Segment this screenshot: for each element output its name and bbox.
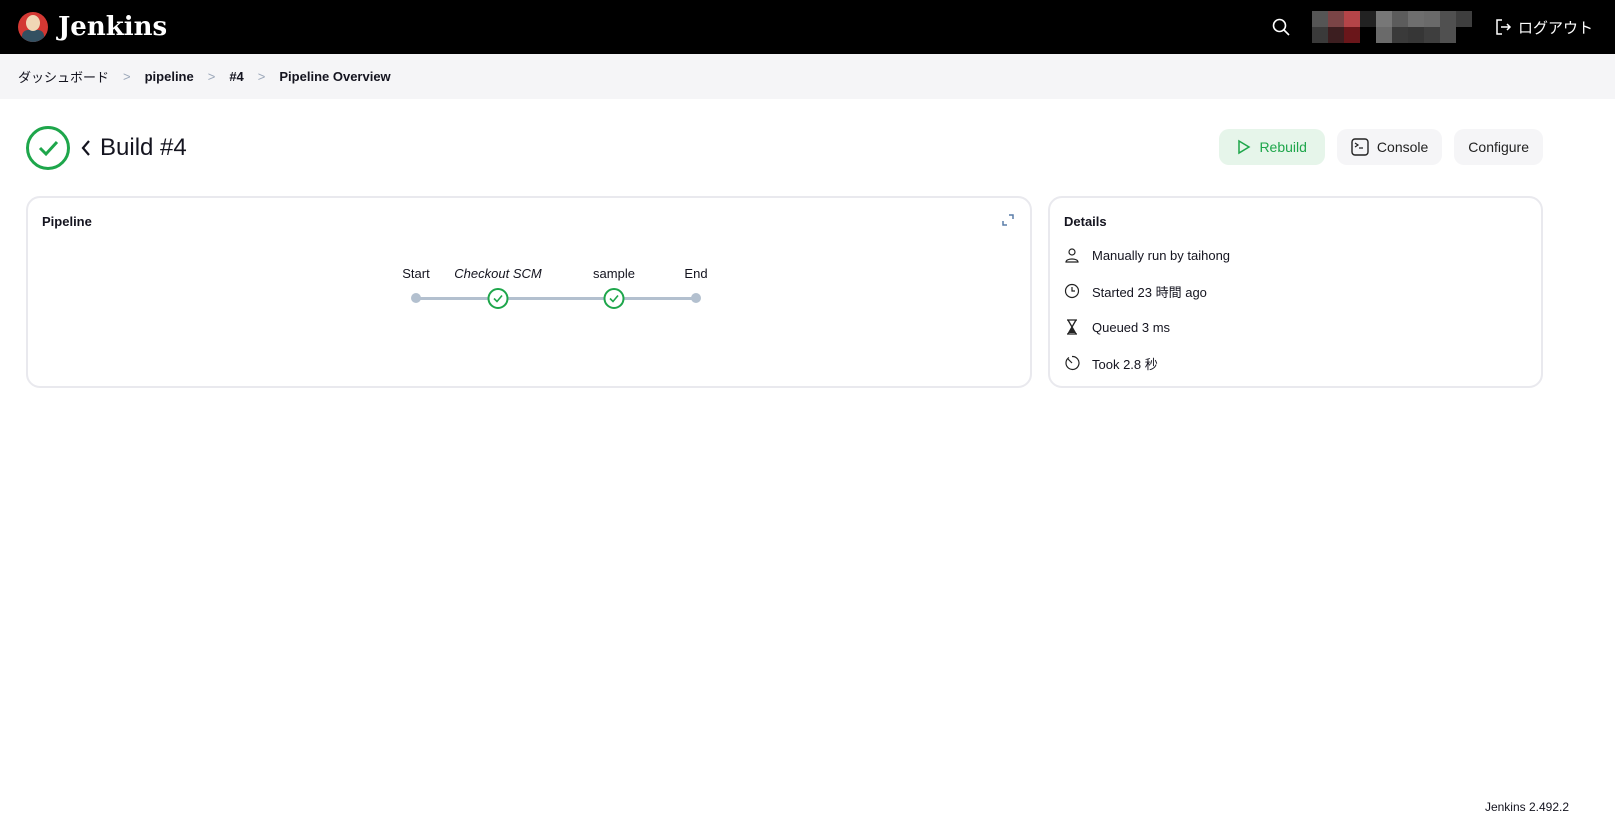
graph-connector [416,297,696,300]
jenkins-butler-icon [18,12,48,42]
logout-label: ログアウト [1517,19,1593,37]
breadcrumb-pipeline[interactable]: pipeline [145,69,194,84]
expand-icon[interactable] [1002,214,1014,229]
jenkins-version-link[interactable]: Jenkins 2.492.2 [1485,800,1569,814]
pipeline-card: Pipeline Start Checkout SCM sample End [26,196,1032,388]
console-label: Console [1376,139,1429,155]
play-icon [1238,139,1251,155]
stage-success-icon[interactable] [487,288,509,309]
breadcrumb-dashboard[interactable]: ダッシュボード [18,67,109,86]
stage-label-sample[interactable]: sample [593,266,635,281]
console-button[interactable]: Console [1336,129,1443,165]
breadcrumb-overview[interactable]: Pipeline Overview [279,69,390,84]
timer-icon [1065,355,1080,371]
pipeline-graph: Start Checkout SCM sample End [388,266,708,309]
user-menu-redacted[interactable] [1311,11,1472,43]
rebuild-label: Rebuild [1259,139,1307,155]
search-icon[interactable] [1272,18,1290,36]
details-heading: Details [1064,214,1107,229]
started-text: Started 23 時間 ago [1092,284,1207,300]
brand-name: Jenkins [58,12,168,42]
configure-button[interactable]: Configure [1454,129,1543,165]
chevron-right-icon: > [123,69,131,84]
queued-text: Queued 3 ms [1092,319,1171,335]
terminal-icon [1351,138,1369,156]
stage-success-icon[interactable] [603,288,625,309]
page-title: Build #4 [100,134,187,161]
end-node [691,293,701,303]
start-node [411,293,421,303]
breadcrumb: ダッシュボード > pipeline > #4 > Pipeline Overview [0,54,1615,99]
logout-button[interactable]: ログアウト [1494,17,1593,38]
breadcrumb-build[interactable]: #4 [229,69,243,84]
success-status-icon [26,126,70,170]
duration-text: Took 2.8 秒 [1092,356,1158,372]
chevron-right-icon: > [257,69,266,84]
stage-label-end: End [684,266,708,281]
top-bar: Jenkins ログアウト [0,0,1615,54]
logout-icon [1496,19,1512,35]
clock-icon [1064,283,1080,299]
stage-label-checkout[interactable]: Checkout SCM [454,266,541,281]
rebuild-button[interactable]: Rebuild [1219,129,1325,165]
jenkins-logo[interactable]: Jenkins [18,12,167,42]
pipeline-heading: Pipeline [42,214,92,229]
chevron-right-icon: > [207,69,216,84]
back-chevron-icon[interactable] [80,138,92,158]
details-card: Details Manually run by taihong Started … [1048,196,1543,388]
configure-label: Configure [1468,139,1529,155]
stage-label-start: Start [402,266,430,281]
run-by-text: Manually run by taihong [1092,247,1231,263]
hourglass-icon [1067,319,1077,335]
user-icon [1065,248,1079,263]
